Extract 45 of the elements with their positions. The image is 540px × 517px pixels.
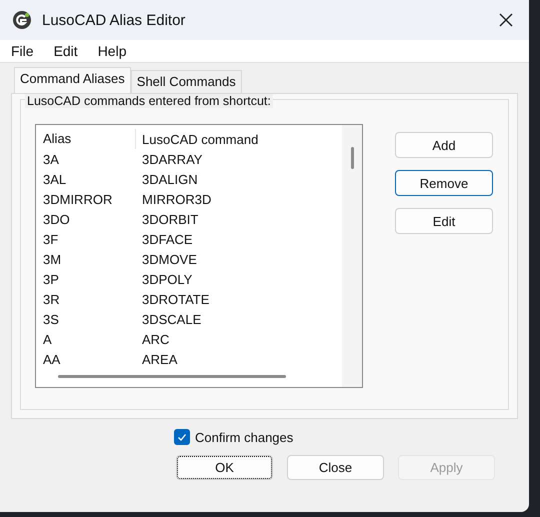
action-button[interactable]: Edit [395, 208, 493, 234]
table-cell-text: 3DARRAY [141, 152, 202, 166]
tab[interactable]: Shell Commands [130, 70, 242, 93]
table-cell-text: 3S [42, 312, 60, 326]
table-cell-text: 3AL [42, 172, 68, 186]
table-cell-text: 3DALIGN [141, 172, 198, 186]
checkbox[interactable] [174, 429, 190, 445]
table-cell-text: 3DMOVE [141, 252, 197, 266]
table-cell-text: A [42, 332, 53, 346]
table-cell-text: 3R [42, 292, 61, 306]
column-header[interactable]: Alias [42, 129, 136, 149]
table-cell-text: 3DROTATE [141, 292, 210, 306]
table-cell-text: 3DSCALE [141, 312, 202, 326]
table-cell-text: 3DFACE [141, 232, 193, 246]
app-logo-icon [12, 10, 32, 30]
menu-item[interactable]: File [11, 43, 34, 59]
menu-item[interactable]: Edit [54, 43, 78, 59]
alias-list[interactable]: Alias LusoCAD command 3A 3DARRAY 3AL 3DALIGN 3DMIRROR MIRROR3D 3DO 3DORBIT 3F 3DFACE 3M 3DMOVE 3P 3DPOLY 3R 3DROTATE 3S 3DSCALE A ARC AA AREA [35, 124, 363, 388]
table-cell-text: AA [42, 352, 62, 366]
table-cell-text: AREA [141, 352, 178, 366]
group-title: LusoCAD commands entered from shortcut: [25, 94, 273, 108]
table-cell-text: 3DORBIT [141, 212, 198, 226]
table-cell-text: MIRROR3D [141, 192, 212, 206]
window-title: LusoCAD Alias Editor [42, 12, 186, 28]
dialog-button[interactable]: Close [287, 455, 384, 480]
dialog-button[interactable]: OK [176, 455, 273, 480]
scrollbar-thumb[interactable] [58, 375, 286, 378]
table-cell-text: 3P [42, 272, 60, 286]
table-cell-text: 3M [42, 252, 62, 266]
table-cell-text: ARC [141, 332, 170, 346]
checkbox-label[interactable]: Confirm changes [195, 430, 294, 444]
menu-item[interactable]: Help [98, 43, 126, 59]
table-cell-text: 3A [42, 152, 60, 166]
table-cell-text: 3DO [42, 212, 71, 226]
scrollbar-track[interactable] [342, 125, 362, 387]
checkmark-icon [177, 432, 187, 442]
table-cell-text: 3F [42, 232, 60, 246]
tab[interactable]: Command Aliases [14, 67, 131, 93]
scrollbar-thumb[interactable] [351, 147, 354, 169]
action-button[interactable]: Add [395, 132, 493, 158]
column-header[interactable]: LusoCAD command [136, 132, 258, 146]
close-icon[interactable] [499, 13, 513, 27]
action-button[interactable]: Remove [395, 170, 493, 196]
table-cell-text: 3DMIRROR [42, 192, 114, 206]
table-cell-text: 3DPOLY [141, 272, 192, 286]
